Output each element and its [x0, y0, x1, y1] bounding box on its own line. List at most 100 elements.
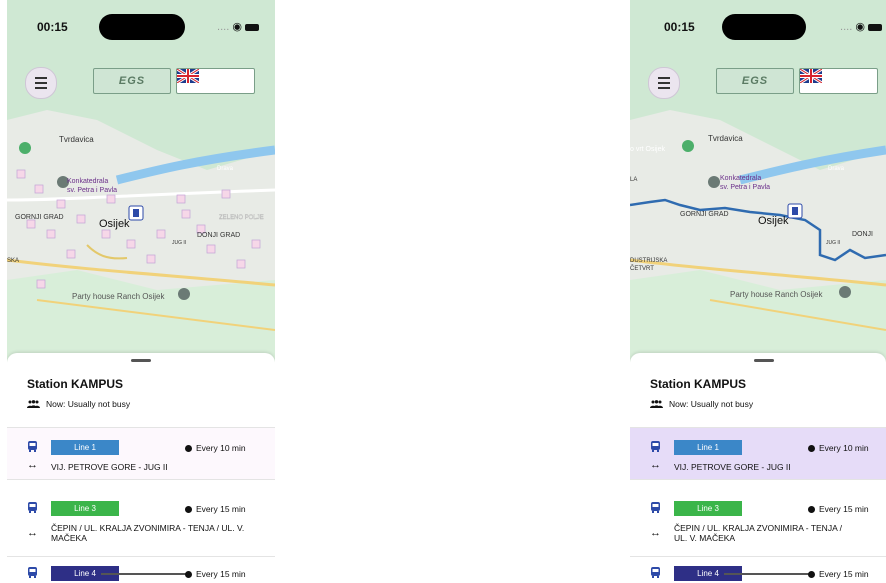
language-button[interactable]: [799, 68, 878, 94]
frequency-text: Every 10 min: [196, 443, 246, 453]
frequency: Every 15 min: [808, 569, 869, 579]
map-label-drava: Drava: [217, 166, 234, 172]
bidirectional-arrow-icon: ↔: [27, 527, 38, 539]
menu-button[interactable]: [25, 67, 57, 99]
line-row-3[interactable]: Line 3 Every 15 min ↔ ČEPIN / UL. KRALJA…: [630, 480, 886, 556]
menu-button[interactable]: [648, 67, 680, 99]
phone-screen-left: Tvrdavica Konkatedrala sv. Petra i Pavla…: [7, 0, 275, 583]
svg-text:Osijek: Osijek: [758, 215, 789, 227]
bidirectional-arrow-icon: ↔: [650, 459, 661, 471]
clock-icon: [808, 444, 815, 452]
clock-icon: [185, 444, 192, 452]
route-text: ČEPIN / UL. KRALJA ZVONIMIRA - TENJA / U…: [51, 523, 245, 543]
bus-icon: [28, 441, 37, 452]
bus-icon: [651, 502, 660, 513]
station-sheet[interactable]: Station KAMPUS Now: Usually not busy Lin…: [7, 353, 275, 583]
station-title: Station KAMPUS: [27, 377, 123, 391]
frequency-text: Every 15 min: [196, 569, 246, 579]
line-badge: Line 3: [674, 501, 742, 516]
line-row-4[interactable]: Line 4 Every 15 min: [630, 557, 886, 583]
svg-text:Party house Ranch Osijek: Party house Ranch Osijek: [730, 290, 823, 299]
line-row-1[interactable]: Line 1 Every 10 min ↔ VIJ. PETROVE GORE …: [7, 428, 275, 479]
frequency-text: Every 15 min: [196, 504, 246, 514]
svg-text:Konkatedrala: Konkatedrala: [720, 175, 761, 182]
status-time: 00:15: [37, 20, 68, 34]
frequency: Every 10 min: [808, 443, 869, 453]
bidirectional-arrow-icon: ↔: [27, 459, 38, 471]
bidirectional-arrow-icon: ↔: [650, 527, 661, 539]
status-time: 00:15: [664, 20, 695, 34]
map-canvas: Tvrdavica Konkatedrala sv. Petra i Pavla…: [7, 0, 275, 362]
svg-text:Tvrdavica: Tvrdavica: [708, 134, 743, 143]
busy-indicator: Now: Usually not busy: [650, 399, 753, 409]
progress-line: [101, 573, 187, 575]
phone-screen-right: Tvrdavica o vrt Osijek LA Konkatedrala s…: [630, 0, 886, 583]
uk-flag-icon: [177, 69, 199, 83]
people-icon: [650, 400, 663, 408]
signal-dots: ....: [217, 21, 230, 33]
svg-text:ČETVRT: ČETVRT: [630, 265, 654, 272]
sheet-drag-handle[interactable]: [754, 359, 774, 362]
operator-egs-button[interactable]: EGS: [716, 68, 794, 94]
map-label-osijek: Osijek: [99, 218, 130, 230]
map-label-party-house: Party house Ranch Osijek: [72, 292, 165, 301]
route-text-line2: UL. V. MAČEKA: [674, 533, 736, 543]
svg-text:LA: LA: [630, 177, 637, 183]
svg-text:o vrt Osijek: o vrt Osijek: [630, 146, 666, 153]
frequency: Every 10 min: [185, 443, 246, 453]
route-text: VIJ. PETROVE GORE - JUG II: [674, 462, 791, 472]
bus-icon: [28, 567, 37, 578]
dynamic-island: [722, 14, 806, 40]
svg-text:sv. Petra i Pavla: sv. Petra i Pavla: [720, 184, 770, 191]
frequency-text: Every 10 min: [819, 443, 869, 453]
frequency: Every 15 min: [808, 504, 869, 514]
svg-text:Drava: Drava: [828, 166, 845, 172]
map-label-tvrdavica: Tvrdavica: [59, 135, 94, 144]
wifi-icon: ◉: [232, 21, 242, 33]
map-label-ska: SKA: [7, 258, 19, 264]
clock-icon: [808, 570, 815, 578]
operator-egs-button[interactable]: EGS: [93, 68, 171, 94]
line-badge: Line 1: [51, 440, 119, 455]
frequency-text: Every 15 min: [819, 504, 869, 514]
frequency: Every 15 min: [185, 569, 246, 579]
line-badge: Line 1: [674, 440, 742, 455]
route-text: VIJ. PETROVE GORE - JUG II: [51, 462, 168, 472]
wifi-icon: ◉: [855, 21, 865, 33]
map-label-jug: JUG II: [172, 240, 186, 246]
svg-text:sv. Petra i Pavla: sv. Petra i Pavla: [67, 187, 117, 194]
progress-line: [724, 573, 810, 575]
language-button[interactable]: [176, 68, 255, 94]
clock-icon: [185, 570, 192, 578]
line-row-3[interactable]: Line 3 Every 15 min ↔ ČEPIN / UL. KRALJA…: [7, 480, 275, 556]
map-canvas: Tvrdavica o vrt Osijek LA Konkatedrala s…: [630, 0, 886, 362]
route-text-line1: ČEPIN / UL. KRALJA ZVONIMIRA - TENJA /: [674, 523, 842, 533]
hamburger-icon: [658, 77, 670, 79]
status-bar: 00:15 .... ◉: [630, 0, 886, 50]
map-label-zeleno-polje: ZELENO POLJE: [219, 215, 264, 221]
svg-text:JUG II: JUG II: [826, 240, 840, 246]
battery-icon: [868, 23, 882, 31]
svg-text:GORNJI GRAD: GORNJI GRAD: [680, 211, 729, 218]
map-view[interactable]: Tvrdavica o vrt Osijek LA Konkatedrala s…: [630, 0, 886, 362]
bus-icon: [651, 567, 660, 578]
status-icons: .... ◉: [840, 20, 882, 33]
route-text: ČEPIN / UL. KRALJA ZVONIMIRA - TENJA / U…: [674, 523, 884, 543]
map-view[interactable]: Tvrdavica Konkatedrala sv. Petra i Pavla…: [7, 0, 275, 362]
svg-text:DONJI: DONJI: [852, 231, 873, 238]
hamburger-icon: [35, 77, 47, 79]
svg-text:DUSTRIJSKA: DUSTRIJSKA: [630, 258, 667, 264]
bus-icon: [28, 502, 37, 513]
people-icon: [27, 400, 40, 408]
sheet-drag-handle[interactable]: [131, 359, 151, 362]
map-label-donji-grad: DONJI GRAD: [197, 232, 240, 239]
line-row-1[interactable]: Line 1 Every 10 min ↔ VIJ. PETROVE GORE …: [630, 428, 886, 479]
line-row-4[interactable]: Line 4 Every 15 min: [7, 557, 275, 583]
map-label-gornji-grad: GORNJI GRAD: [15, 214, 64, 221]
signal-dots: ....: [840, 21, 853, 33]
busy-text: Now: Usually not busy: [669, 399, 754, 409]
station-sheet[interactable]: Station KAMPUS Now: Usually not busy Lin…: [630, 353, 886, 583]
battery-icon: [245, 23, 259, 31]
busy-indicator: Now: Usually not busy: [27, 399, 130, 409]
clock-icon: [185, 505, 192, 513]
